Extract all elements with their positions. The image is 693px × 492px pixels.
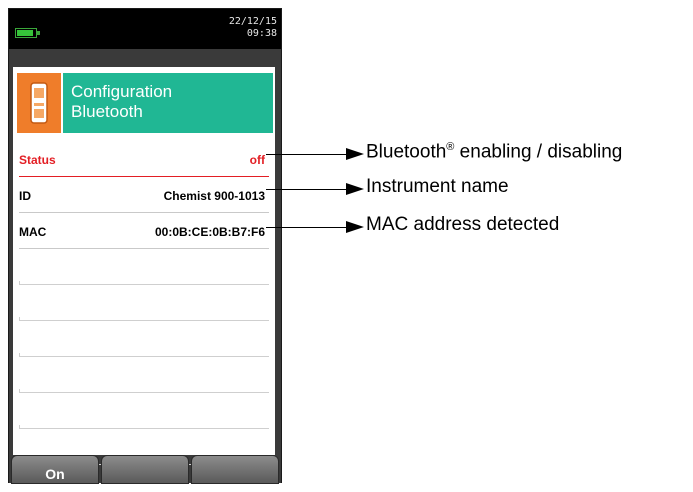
id-row[interactable]: ID Chemist 900-1013 <box>19 177 269 213</box>
settings-panel: Configuration Bluetooth Status off ID Ch… <box>13 67 275 465</box>
status-bar: 22/12/15 09:38 <box>9 9 281 49</box>
empty-row <box>19 321 269 357</box>
empty-row <box>19 249 269 285</box>
callout-status-arrow <box>346 148 364 160</box>
callout-status-text: Bluetooth® enabling / disabling <box>366 141 622 163</box>
settings-list: Status off ID Chemist 900-1013 MAC 00:0B… <box>19 141 269 465</box>
callout-id-line <box>266 189 348 190</box>
id-value: Chemist 900-1013 <box>163 189 265 203</box>
callout-id-arrow <box>346 183 364 195</box>
callout-id-text: Instrument name <box>366 176 509 197</box>
empty-row <box>19 393 269 429</box>
page-header: Configuration Bluetooth <box>17 73 273 133</box>
id-label: ID <box>19 189 31 203</box>
mac-label: MAC <box>19 225 47 239</box>
callout-mac-line <box>266 227 348 228</box>
status-row[interactable]: Status off <box>19 141 269 177</box>
time-text: 09:38 <box>246 28 277 39</box>
softkey-on-button[interactable]: On <box>11 455 99 484</box>
callout-status-line <box>266 154 348 155</box>
mac-value: 00:0B:CE:0B:B7:F6 <box>154 225 265 239</box>
callout-mac-arrow <box>346 221 364 233</box>
status-value: off <box>249 153 265 167</box>
callout-status-text-suffix: enabling / disabling <box>454 141 623 163</box>
bluetooth-device-icon <box>17 73 61 133</box>
softkey-3-button[interactable] <box>191 455 279 484</box>
callout-mac-text: MAC address detected <box>366 214 560 235</box>
battery-level <box>17 30 33 36</box>
page-title: Configuration Bluetooth <box>63 73 273 133</box>
datetime: 22/12/15 09:38 <box>229 16 277 40</box>
mac-row[interactable]: MAC 00:0B:CE:0B:B7:F6 <box>19 213 269 249</box>
empty-row <box>19 357 269 393</box>
empty-row <box>19 285 269 321</box>
callout-status-text-main: Bluetooth <box>366 141 447 163</box>
softkey-2-button[interactable] <box>101 455 189 484</box>
date-text: 22/12/15 <box>228 16 277 27</box>
status-label: Status <box>19 153 56 167</box>
softkey-bar: On <box>9 455 281 484</box>
battery-icon <box>15 28 40 38</box>
page-title-line2: Bluetooth <box>71 102 143 121</box>
device-screen: 22/12/15 09:38 Configuration Bluetooth S… <box>8 8 282 484</box>
page-title-line1: Configuration <box>71 82 173 101</box>
